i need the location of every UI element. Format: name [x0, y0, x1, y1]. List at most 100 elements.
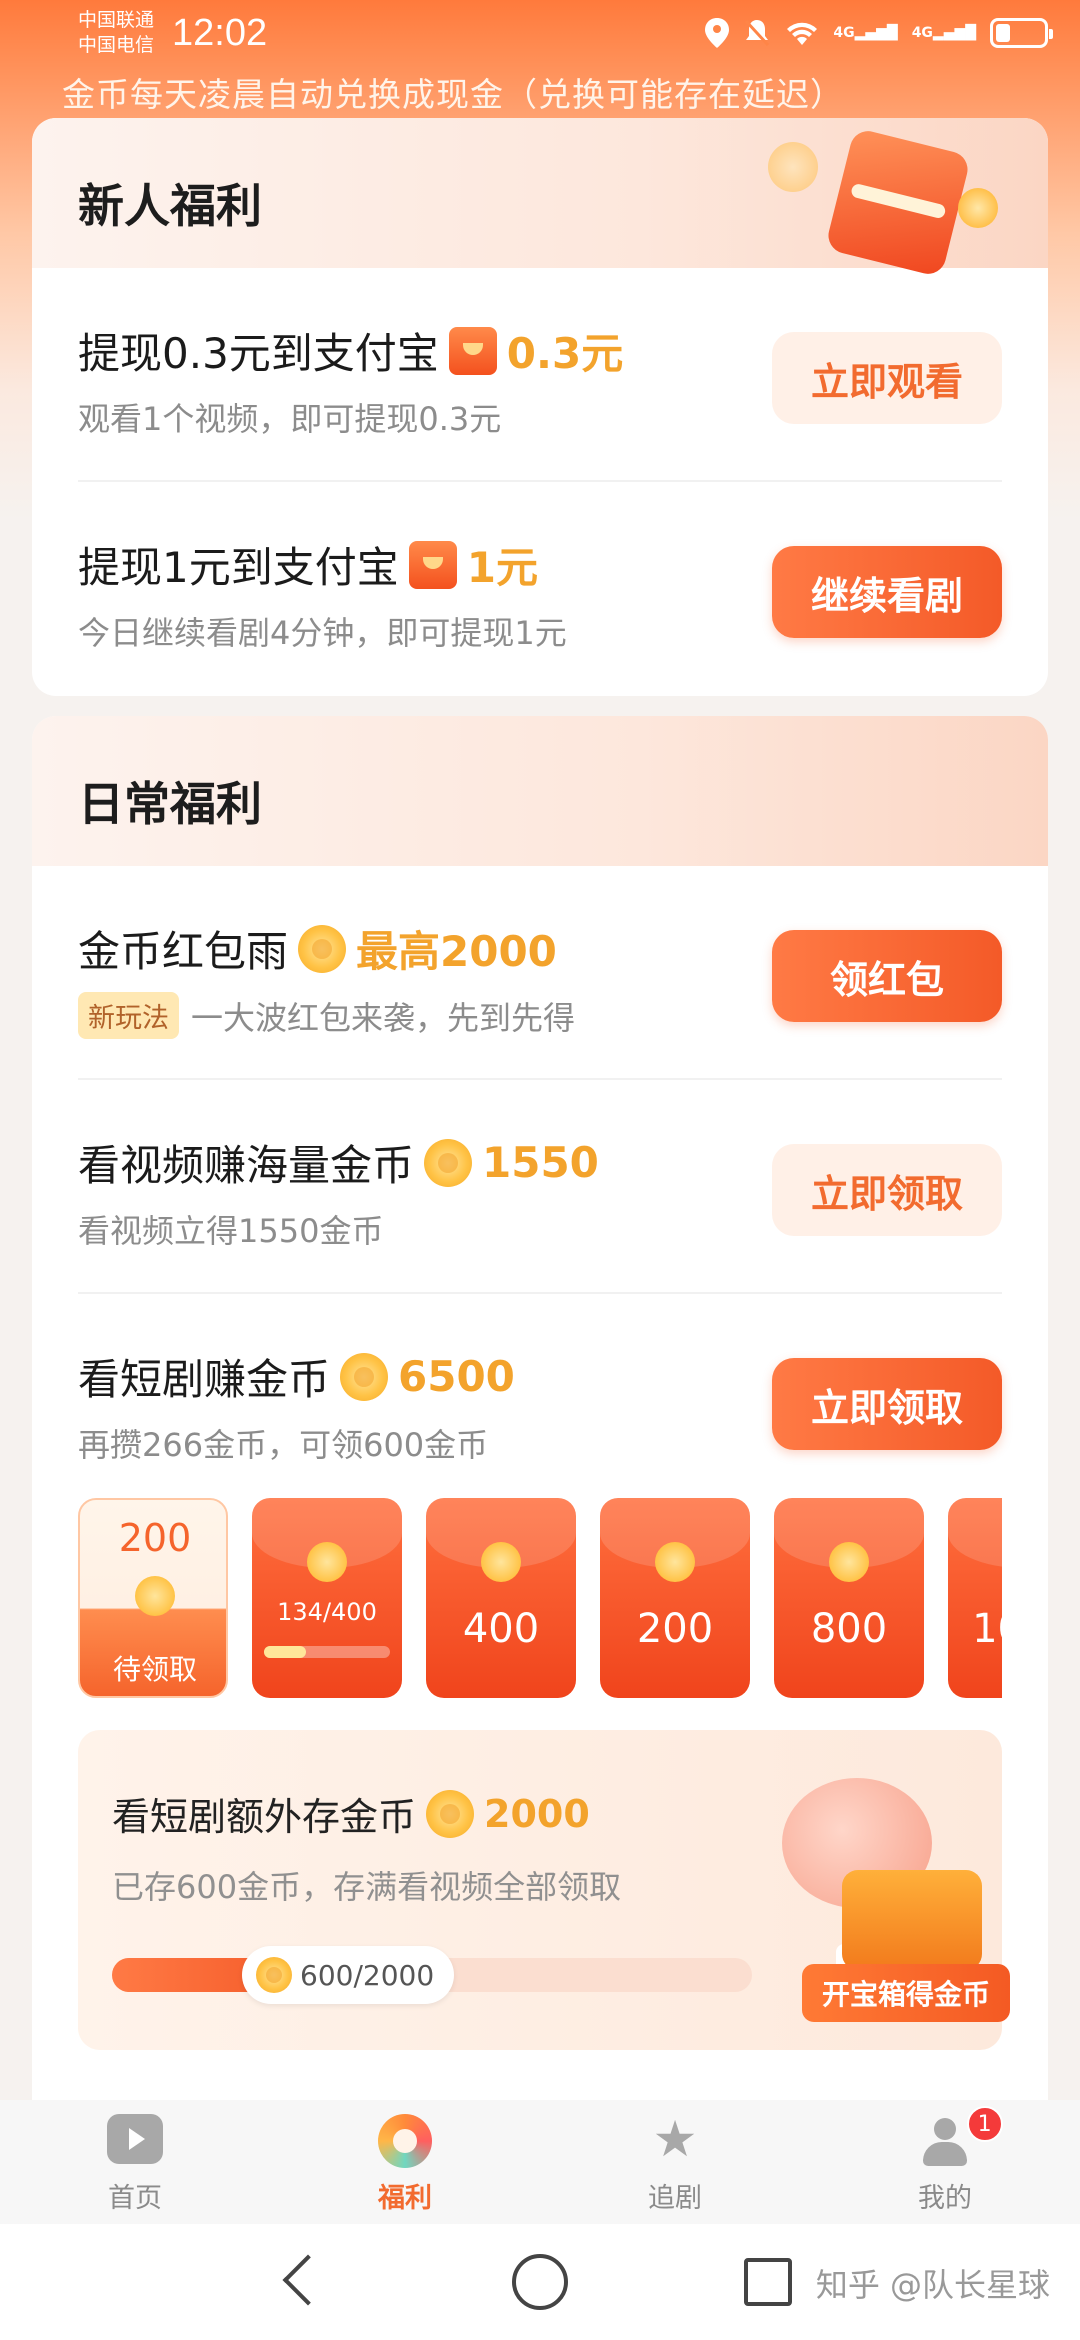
- packet-value: 200: [636, 1606, 714, 1652]
- welfare-icon: [378, 2114, 432, 2168]
- recent-apps-icon[interactable]: [744, 2258, 792, 2306]
- task-title-text: 看视频赚海量金币: [78, 1141, 415, 1190]
- task-reward: 0.3元: [506, 329, 624, 378]
- task-withdraw-0-3: 提现0.3元到支付宝 0.3元 观看1个视频，即可提现0.3元 立即观看: [78, 268, 1002, 482]
- watch-now-button[interactable]: 立即观看: [772, 332, 1002, 424]
- newbie-benefits-card: 新人福利 提现0.3元到支付宝 0.3元 观看1个视频，即可提现0.3元 立即观…: [32, 118, 1048, 696]
- task-description-text: 一大波红包来袭，先到先得: [191, 998, 576, 1037]
- task-title-text: 金币红包雨: [78, 927, 289, 976]
- carrier-labels: 中国联通 中国电信: [78, 8, 154, 58]
- tab-home[interactable]: 首页: [0, 2100, 270, 2224]
- task-reward: 最高2000: [356, 927, 557, 976]
- tab-label: 福利: [378, 2183, 432, 2214]
- red-packet-progress[interactable]: 134/400: [252, 1498, 402, 1698]
- mute-bell-icon: [745, 19, 770, 47]
- task-description: 今日继续看剧4分钟，即可提现1元: [78, 614, 567, 652]
- extra-savings-panel: 看短剧额外存金币 2000 已存600金币，存满看视频全部领取 600/2000…: [78, 1730, 1010, 2050]
- profile-icon-body: [923, 2142, 967, 2166]
- home-circle-icon[interactable]: [512, 2254, 568, 2310]
- task-description: 再攒266金币，可领600金币: [78, 1426, 489, 1464]
- newbie-card-title: 新人福利: [78, 179, 262, 233]
- new-feature-tag: 新玩法: [78, 992, 179, 1039]
- packet-value: 1000: [972, 1606, 1002, 1652]
- savings-title-text: 看短剧额外存金币: [112, 1795, 417, 1839]
- treasure-chest-icon: [842, 1870, 982, 1970]
- red-packet[interactable]: 1000: [948, 1498, 1002, 1698]
- coin-icon: [298, 924, 347, 973]
- coin-icon: [481, 1542, 521, 1582]
- red-envelope-icon: [408, 540, 457, 589]
- task-coin-rain: 金币红包雨 最高2000 新玩法 一大波红包来袭，先到先得 领红包: [78, 866, 1002, 1080]
- coin-icon: [424, 1138, 473, 1187]
- task-description: 观看1个视频，即可提现0.3元: [78, 400, 502, 438]
- signal-1-label: 4G: [833, 25, 855, 41]
- packet-value: 400: [462, 1606, 540, 1652]
- watermark: 知乎 @队长星球: [815, 2266, 1050, 2304]
- task-reward: 1550: [482, 1138, 599, 1187]
- packet-value: 800: [810, 1606, 888, 1652]
- packet-progress-text: 134/400: [277, 1598, 377, 1626]
- coin-icon: [340, 1352, 389, 1401]
- signal-icon-sim1: 4G▂▄▆█: [833, 25, 898, 41]
- claim-drama-coins-button[interactable]: 立即领取: [772, 1358, 1002, 1450]
- status-time: 12:02: [172, 12, 268, 54]
- wifi-icon: [787, 22, 818, 45]
- task-description: 看视频立得1550金币: [78, 1212, 384, 1250]
- task-title-text: 提现0.3元到支付宝: [78, 329, 439, 378]
- savings-progress-label: 600/2000: [242, 1946, 455, 2004]
- task-watch-short-drama: 看短剧赚金币 6500 再攒266金币，可领600金币 立即领取: [78, 1294, 1002, 1508]
- task-watch-video: 看视频赚海量金币 1550 看视频立得1550金币 立即领取: [78, 1080, 1002, 1294]
- daily-card-title: 日常福利: [78, 777, 262, 831]
- tab-following[interactable]: ★ 追剧: [540, 2100, 810, 2224]
- status-icons: 4G▂▄▆█ 4G▂▄▆█: [705, 18, 1053, 48]
- coin-icon: [307, 1542, 347, 1582]
- daily-card-header: 日常福利: [32, 716, 1048, 866]
- claim-video-coins-button[interactable]: 立即领取: [772, 1144, 1002, 1236]
- red-packet[interactable]: 200: [600, 1498, 750, 1698]
- red-envelope-icon: [448, 326, 497, 375]
- task-title: 看短剧赚金币 6500: [78, 1346, 515, 1407]
- exchange-notice: 金币每天凌晨自动兑换成现金（兑换可能存在延迟）: [62, 75, 844, 114]
- task-reward: 6500: [398, 1352, 515, 1401]
- signal-icon-sim2: 4G▂▄▆█: [911, 25, 976, 41]
- tab-welfare[interactable]: 福利: [270, 2100, 540, 2224]
- red-packet-row[interactable]: 200 待领取 134/400 400 200 800 1000: [78, 1498, 1002, 1698]
- packet-status-label: 待领取: [112, 1653, 197, 1686]
- open-chest-button[interactable]: 开宝箱得金币: [802, 1964, 1010, 2022]
- savings-progress-text: 600/2000: [300, 1958, 435, 1992]
- back-icon[interactable]: [282, 2254, 338, 2310]
- decor-coin-icon: [958, 188, 998, 228]
- task-title: 看视频赚海量金币 1550: [78, 1132, 599, 1193]
- task-withdraw-1: 提现1元到支付宝 1元 今日继续看剧4分钟，即可提现1元 继续看剧: [78, 482, 1002, 696]
- coin-icon: [655, 1542, 695, 1582]
- claim-red-packet-button[interactable]: 领红包: [772, 930, 1002, 1022]
- task-title-text: 看短剧赚金币: [78, 1355, 331, 1404]
- signal-2-label: 4G: [911, 25, 933, 41]
- tab-profile[interactable]: 1 我的: [810, 2100, 1080, 2224]
- decor-coin-icon: [768, 142, 818, 192]
- red-packet[interactable]: 400: [426, 1498, 576, 1698]
- tab-label: 首页: [108, 2183, 162, 2214]
- task-title-text: 提现1元到支付宝: [78, 543, 399, 592]
- daily-benefits-card: 日常福利 金币红包雨 最高2000 新玩法 一大波红包来袭，先到先得 领红包 看…: [32, 716, 1048, 2136]
- continue-watching-button[interactable]: 继续看剧: [772, 546, 1002, 638]
- coin-icon: [256, 1957, 292, 1993]
- task-reward: 1元: [466, 543, 538, 592]
- packet-progress-fill: [264, 1646, 307, 1658]
- red-envelope-illustration: [824, 127, 972, 278]
- red-packet-pending[interactable]: 200 待领取: [78, 1498, 228, 1698]
- profile-icon: [917, 2118, 973, 2168]
- tab-label: 我的: [918, 2183, 972, 2214]
- carrier-1: 中国联通: [78, 9, 155, 31]
- red-packet[interactable]: 800: [774, 1498, 924, 1698]
- coin-icon: [426, 1789, 475, 1838]
- bottom-tab-bar: 首页 福利 ★ 追剧 1 我的: [0, 2100, 1080, 2224]
- profile-icon-head: [934, 2118, 956, 2140]
- coin-icon: [135, 1576, 175, 1616]
- tab-label: 追剧: [648, 2183, 702, 2214]
- carrier-2: 中国电信: [78, 34, 155, 56]
- newbie-card-header: 新人福利: [32, 118, 1048, 278]
- task-title: 提现1元到支付宝 1元: [78, 534, 538, 595]
- savings-description: 已存600金币，存满看视频全部领取: [112, 1868, 622, 1906]
- packet-progress-bar: [264, 1646, 390, 1658]
